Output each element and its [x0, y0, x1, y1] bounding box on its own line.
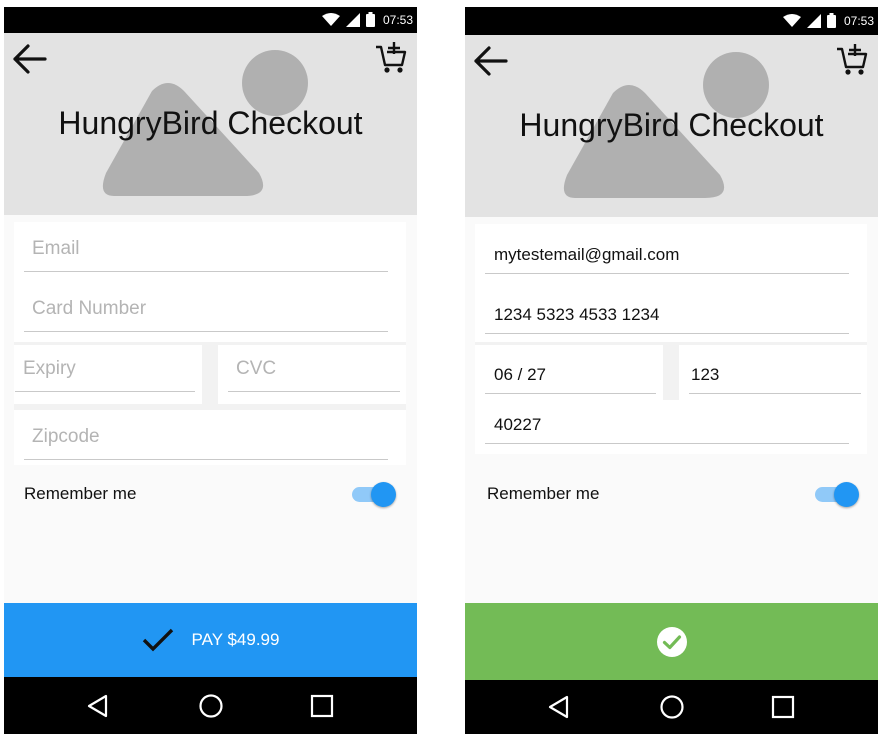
toggle-thumb: [834, 482, 859, 507]
card-number-placeholder: Card Number: [32, 298, 147, 319]
remember-me-label: Remember me: [487, 484, 600, 503]
battery-icon: [826, 13, 836, 28]
nav-back-button[interactable]: [547, 695, 571, 719]
page-title: HungryBird Checkout: [519, 107, 824, 143]
status-time: 07:53: [843, 13, 874, 28]
payment-success-button[interactable]: [465, 603, 878, 680]
card-number-field[interactable]: Card Number: [24, 294, 388, 332]
zipcode-value: 40227: [494, 415, 542, 434]
circle-home-icon: [660, 695, 684, 719]
checkout-header: HungryBird Checkout: [465, 35, 878, 217]
field-underline: [24, 331, 388, 332]
expiry-value: 06 / 27: [494, 365, 546, 384]
nav-home-button[interactable]: [659, 694, 685, 720]
arrow-back-icon: [13, 44, 47, 74]
nav-back-button[interactable]: [86, 694, 110, 718]
field-underline: [24, 271, 388, 272]
remember-me-label: Remember me: [24, 484, 137, 503]
status-time: 07:53: [382, 12, 413, 27]
triangle-back-icon: [548, 695, 569, 719]
email-field[interactable]: Email: [24, 234, 388, 272]
field-underline: [228, 391, 400, 392]
field-underline: [24, 459, 388, 460]
wifi-icon: [782, 13, 801, 27]
check-icon: [142, 628, 173, 652]
status-bar: 07:53: [465, 7, 878, 35]
expiry-placeholder: Expiry: [23, 358, 76, 379]
payment-form: Email Card Number Expiry CVC Zipcode: [14, 222, 406, 465]
field-underline: [485, 393, 656, 394]
zipcode-field[interactable]: Zipcode: [24, 422, 388, 460]
arrow-back-icon: [474, 46, 508, 76]
add-to-cart-button[interactable]: [375, 41, 407, 75]
field-underline: [15, 391, 195, 392]
field-underline: [485, 443, 849, 444]
field-underline: [485, 333, 849, 334]
checkout-header: HungryBird Checkout: [4, 33, 417, 215]
nav-home-button[interactable]: [198, 693, 224, 719]
cvc-field[interactable]: CVC: [228, 354, 400, 392]
column-divider: [202, 342, 218, 404]
navigation-bar: [465, 680, 878, 734]
cvc-value: 123: [691, 365, 720, 384]
check-circle-icon: [656, 626, 687, 657]
pay-button[interactable]: PAY $49.99: [4, 603, 417, 677]
card-number-field[interactable]: 1234 5323 4533 1234: [485, 296, 849, 334]
remember-me-toggle[interactable]: [350, 481, 396, 507]
zipcode-field[interactable]: 40227: [485, 406, 849, 444]
cvc-field[interactable]: 123: [689, 356, 861, 394]
email-placeholder: Email: [32, 238, 80, 259]
checkout-screen-filled: 07:53 HungryBird Checkout mytestemail@gm…: [465, 7, 878, 734]
battery-icon: [365, 12, 375, 27]
back-button[interactable]: [12, 43, 48, 75]
nav-recents-button[interactable]: [771, 695, 795, 719]
square-recents-icon: [310, 694, 334, 717]
expiry-field[interactable]: 06 / 27: [485, 356, 656, 394]
add-shopping-cart-icon: [837, 44, 868, 75]
signal-icon: [806, 13, 821, 28]
row-divider: [14, 404, 406, 410]
triangle-back-icon: [87, 694, 108, 717]
circle-home-icon: [199, 693, 223, 718]
add-to-cart-button[interactable]: [836, 43, 868, 77]
back-button[interactable]: [473, 45, 509, 77]
cvc-placeholder: CVC: [236, 358, 277, 379]
wifi-icon: [321, 12, 340, 26]
email-value: mytestemail@gmail.com: [494, 245, 680, 264]
email-field[interactable]: mytestemail@gmail.com: [485, 236, 849, 274]
page-title: HungryBird Checkout: [58, 105, 363, 141]
zipcode-placeholder: Zipcode: [32, 426, 100, 447]
field-underline: [689, 393, 861, 394]
checkout-screen-empty: 07:53 HungryBird Checkout Email Card Num…: [4, 7, 417, 734]
signal-icon: [345, 12, 360, 27]
card-number-value: 1234 5323 4533 1234: [494, 305, 660, 324]
square-recents-icon: [771, 695, 795, 719]
payment-form: mytestemail@gmail.com 1234 5323 4533 123…: [475, 224, 867, 454]
nav-recents-button[interactable]: [310, 694, 334, 718]
column-divider: [663, 342, 679, 400]
add-shopping-cart-icon: [376, 42, 407, 73]
remember-me-toggle[interactable]: [813, 481, 859, 507]
status-bar: 07:53: [4, 7, 417, 33]
field-underline: [485, 273, 849, 274]
pay-button-label: PAY $49.99: [191, 630, 280, 649]
navigation-bar: [4, 677, 417, 734]
expiry-field[interactable]: Expiry: [15, 354, 195, 392]
toggle-thumb: [371, 482, 396, 507]
